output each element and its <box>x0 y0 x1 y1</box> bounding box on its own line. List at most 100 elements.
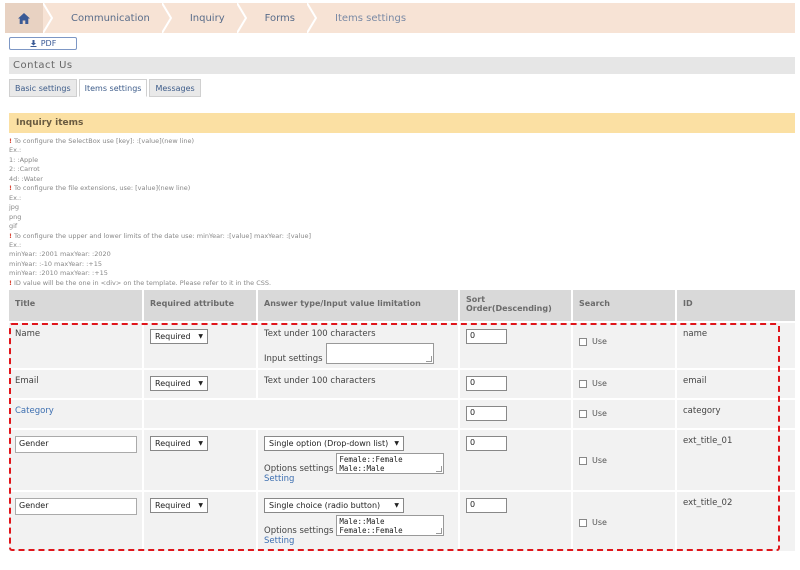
options-settings-label: Options settings <box>264 464 334 474</box>
note-text: ID value will be the one in <div> on the… <box>13 278 272 287</box>
category-link[interactable]: Category <box>15 406 54 416</box>
breadcrumb-inquiry[interactable]: Inquiry <box>172 3 237 33</box>
home-icon <box>18 12 30 24</box>
row-title: Email <box>15 376 39 386</box>
tab-items-settings[interactable]: Items settings <box>78 79 148 97</box>
cell-search: Use <box>572 490 677 551</box>
sort-order-input[interactable]: 0 <box>466 498 507 513</box>
answer-type-select[interactable]: Single option (Drop-down list) ▼ <box>264 436 404 451</box>
page-title: Contact Us <box>9 57 795 74</box>
cell-id: ext_title_01 <box>676 428 795 491</box>
cell-sort: 0 <box>459 321 573 369</box>
input-settings-label: Input settings <box>264 354 323 364</box>
answer-text: Text under 100 characters <box>264 376 376 386</box>
title-input[interactable]: Gender <box>15 498 137 515</box>
cell-sort: 0 <box>459 398 573 429</box>
table-row: Name Required ▼ Text under 100 characters… <box>9 321 795 369</box>
required-select[interactable]: Required ▼ <box>150 329 208 344</box>
pdf-button[interactable]: PDF <box>9 37 77 50</box>
header-id: ID <box>676 290 795 322</box>
table-row: Gender Required ▼ Single option (Drop-dow… <box>9 428 795 491</box>
cell-title: Gender <box>9 490 144 551</box>
row-id: ext_title_02 <box>683 498 733 508</box>
required-select[interactable]: Required ▼ <box>150 376 208 391</box>
sort-order-input[interactable]: 0 <box>466 376 507 391</box>
cell-sort: 0 <box>459 368 573 399</box>
dropdown-arrow-icon: ▼ <box>198 380 203 387</box>
cell-title: Gender <box>9 428 144 491</box>
breadcrumb: Communication Inquiry Forms Items settin… <box>5 3 795 33</box>
checkbox-label: Use <box>592 518 607 527</box>
items-table: Title Required attribute Answer type/Inp… <box>9 290 795 551</box>
required-select-value: Required <box>155 501 191 510</box>
note-line: minYear: :-10 maxYear: :+15 <box>9 259 103 268</box>
sort-order-input[interactable]: 0 <box>466 406 507 421</box>
answer-type-value: Single option (Drop-down list) <box>269 439 389 448</box>
search-use-checkbox[interactable]: Use <box>579 409 607 418</box>
setting-link[interactable]: Setting <box>264 474 452 484</box>
sort-order-input[interactable]: 0 <box>466 329 507 344</box>
cell-search: Use <box>572 368 677 399</box>
tab-messages[interactable]: Messages <box>149 79 201 97</box>
search-use-checkbox[interactable]: Use <box>579 337 607 346</box>
cell-required <box>143 398 460 429</box>
header-search: Search <box>572 290 677 322</box>
cell-answer: Single option (Drop-down list) ▼ Options … <box>257 428 460 491</box>
options-settings-label: Options settings <box>264 526 334 536</box>
option-line: Male::Male <box>339 464 385 473</box>
search-use-checkbox[interactable]: Use <box>579 379 607 388</box>
search-use-checkbox[interactable]: Use <box>579 456 607 465</box>
cell-required: Required ▼ <box>143 490 258 551</box>
note-line: ! To configure the upper and lower limits… <box>9 232 795 241</box>
note-line: minYear: :2010 maxYear: :+15 <box>9 269 108 278</box>
title-input[interactable]: Gender <box>15 436 137 453</box>
required-select-value: Required <box>155 439 191 448</box>
header-title: Title <box>9 290 144 322</box>
table-row: Category 0 Use category <box>9 398 795 429</box>
required-select[interactable]: Required ▼ <box>150 436 208 451</box>
search-use-checkbox[interactable]: Use <box>579 518 607 527</box>
header-sort-label: Sort Order(Descending) <box>466 295 552 313</box>
required-select-value: Required <box>155 379 191 388</box>
cell-answer: Single choice (radio button) ▼ Options se… <box>257 490 460 551</box>
home-button[interactable] <box>5 3 43 33</box>
download-icon <box>30 40 37 47</box>
tab-basic-settings[interactable]: Basic settings <box>9 79 77 97</box>
cell-id: name <box>676 321 795 369</box>
header-sort-order: Sort Order(Descending) <box>459 290 573 322</box>
breadcrumb-separator <box>236 3 247 33</box>
cell-id: email <box>676 368 795 399</box>
cell-required: Required ▼ <box>143 428 258 491</box>
cell-title: Email <box>9 368 144 399</box>
setting-link[interactable]: Setting <box>264 536 452 546</box>
required-select[interactable]: Required ▼ <box>150 498 208 513</box>
required-select-value: Required <box>155 332 191 341</box>
checkbox-label: Use <box>592 379 607 388</box>
table-row: Email Required ▼ Text under 100 character… <box>9 368 795 399</box>
table-row: Gender Required ▼ Single choice (radio bu… <box>9 490 795 551</box>
exclamation-icon: ! <box>9 137 12 145</box>
note-line: 4d: :Water <box>9 174 43 183</box>
row-title: Name <box>15 329 41 339</box>
checkbox-icon <box>579 409 587 418</box>
dropdown-arrow-icon: ▼ <box>198 333 203 340</box>
answer-type-select[interactable]: Single choice (radio button) ▼ <box>264 498 404 513</box>
note-line: Ex.: <box>9 193 22 202</box>
checkbox-icon <box>579 518 587 527</box>
help-notes: ! To configure the SelectBox use [key]: :… <box>9 137 795 288</box>
cell-id: ext_title_02 <box>676 490 795 551</box>
note-line: ! To configure the file extensions, use: … <box>9 184 795 193</box>
breadcrumb-forms[interactable]: Forms <box>247 3 307 33</box>
note-line: ! ID value will be the one in <div> on th… <box>9 279 795 288</box>
row-id: email <box>683 376 707 386</box>
breadcrumb-communication[interactable]: Communication <box>53 3 162 33</box>
sort-order-input[interactable]: 0 <box>466 436 507 451</box>
options-textarea[interactable]: Male::Male Female::Female <box>336 515 445 536</box>
dropdown-arrow-icon: ▼ <box>394 440 399 447</box>
options-textarea[interactable]: Female::Female Male::Male <box>336 453 445 474</box>
cell-id: category <box>676 398 795 429</box>
note-line: jpg <box>9 203 20 212</box>
note-line: 1: :Apple <box>9 155 39 164</box>
input-settings-textarea[interactable] <box>325 343 434 364</box>
pdf-button-label: PDF <box>40 39 57 48</box>
